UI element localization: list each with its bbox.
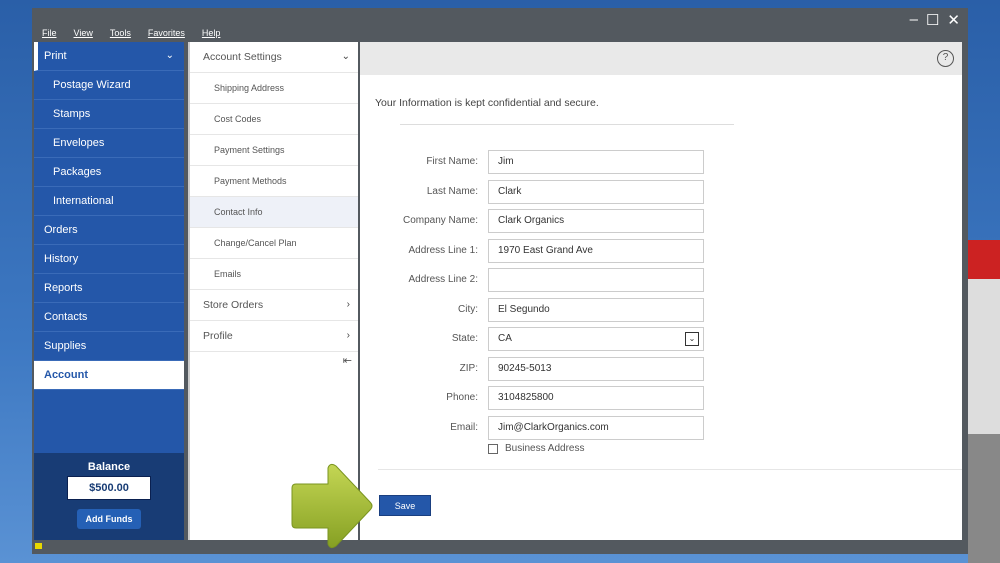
city-field[interactable]: El Segundo xyxy=(488,297,704,322)
sidebar-item-print[interactable]: Print ⌄ xyxy=(34,42,184,71)
email-field[interactable]: Jim@ClarkOrganics.com xyxy=(488,415,704,440)
subnav-store-orders[interactable]: Store Orders › xyxy=(190,290,358,321)
divider xyxy=(400,124,734,125)
email-row: Email: Jim@ClarkOrganics.com xyxy=(360,415,760,440)
lock-icon xyxy=(35,543,42,549)
field-label: ZIP: xyxy=(459,362,478,374)
close-button[interactable]: ✕ xyxy=(947,11,960,29)
state-row: State: CA ⌄ xyxy=(360,327,760,351)
green-arrow-pointer-icon xyxy=(291,463,373,549)
chevron-right-icon: › xyxy=(346,299,350,310)
sidebar-item-stamps[interactable]: Stamps xyxy=(34,100,184,129)
subnav-contact-info[interactable]: Contact Info xyxy=(190,197,358,228)
phone-row: Phone: 3104825800 xyxy=(360,386,760,410)
state-select[interactable]: CA ⌄ xyxy=(488,327,704,351)
subnav-cost-codes[interactable]: Cost Codes xyxy=(190,104,358,135)
label: Profile xyxy=(203,330,233,342)
subnav-payment-settings[interactable]: Payment Settings xyxy=(190,135,358,166)
balance-amount: $500.00 xyxy=(67,476,151,500)
maximize-button[interactable]: ☐ xyxy=(926,11,939,29)
subnav-payment-methods[interactable]: Payment Methods xyxy=(190,166,358,197)
sidebar: Print ⌄ Postage Wizard Stamps Envelopes P… xyxy=(34,42,184,540)
sidebar-item-packages[interactable]: Packages xyxy=(34,158,184,187)
menu-file[interactable]: File xyxy=(42,28,57,38)
last-name-field[interactable]: Clark xyxy=(488,179,704,204)
city-row: City: El Segundo xyxy=(360,297,760,322)
balance-panel: Balance $500.00 Add Funds xyxy=(34,453,184,540)
sidebar-item-envelopes[interactable]: Envelopes xyxy=(34,129,184,158)
balance-label: Balance xyxy=(87,461,131,473)
field-label: State: xyxy=(451,333,478,344)
content-header: ? xyxy=(360,42,962,75)
address-line-2-field[interactable] xyxy=(488,268,704,292)
subnav-shipping-address[interactable]: Shipping Address xyxy=(190,73,358,104)
collapse-panel-icon[interactable]: ⇤ xyxy=(343,354,352,367)
label: Account Settings xyxy=(203,51,282,63)
subnav-profile[interactable]: Profile › xyxy=(190,321,358,352)
chevron-down-icon[interactable]: ⌄ xyxy=(685,332,699,346)
field-label: Address Line 1: xyxy=(408,244,479,256)
background-decoration xyxy=(968,240,1000,563)
sidebar-item-supplies[interactable]: Supplies xyxy=(34,332,184,361)
menu-tools[interactable]: Tools xyxy=(110,28,131,38)
divider xyxy=(378,469,962,470)
minimize-button[interactable]: – xyxy=(910,11,918,29)
field-label: Last Name: xyxy=(426,185,478,197)
sidebar-item-history[interactable]: History xyxy=(34,245,184,274)
address-line-1-field[interactable]: 1970 East Grand Ave xyxy=(488,238,704,263)
first-name-row: First Name: Jim xyxy=(360,150,760,174)
company-name-field[interactable]: Clark Organics xyxy=(488,209,704,233)
menu-favorites[interactable]: Favorites xyxy=(148,28,185,38)
zip-row: ZIP: 90245-5013 xyxy=(360,356,760,381)
first-name-field[interactable]: Jim xyxy=(488,150,704,174)
company-row: Company Name: Clark Organics xyxy=(360,209,760,233)
field-label: Company Name: xyxy=(402,215,478,226)
menu-help[interactable]: Help xyxy=(202,28,221,38)
zip-field[interactable]: 90245-5013 xyxy=(488,356,704,381)
subnav-change-cancel-plan[interactable]: Change/Cancel Plan xyxy=(190,228,358,259)
label: Store Orders xyxy=(203,299,264,311)
business-address-checkbox[interactable]: Business Address xyxy=(488,443,585,454)
address2-row: Address Line 2: xyxy=(360,268,760,292)
subnav-account-settings[interactable]: Account Settings ⌄ xyxy=(190,42,358,73)
app-window: – ☐ ✕ File View Tools Favorites Help Pri… xyxy=(32,8,968,554)
field-label: City: xyxy=(458,303,478,315)
label: Print xyxy=(44,50,67,62)
sidebar-item-international[interactable]: International xyxy=(34,187,184,216)
menu-bar: File View Tools Favorites Help xyxy=(42,28,220,38)
checkbox-icon[interactable] xyxy=(488,443,498,454)
state-value: CA xyxy=(498,333,512,344)
contact-info-form: ? Your Information is kept confidential … xyxy=(360,42,962,540)
field-label: First Name: xyxy=(426,156,478,167)
help-icon[interactable]: ? xyxy=(937,50,954,67)
field-label: Phone: xyxy=(446,392,478,403)
chevron-down-icon: ⌄ xyxy=(165,50,174,61)
checkbox-label: Business Address xyxy=(505,443,585,454)
sidebar-item-contacts[interactable]: Contacts xyxy=(34,303,184,332)
address1-row: Address Line 1: 1970 East Grand Ave xyxy=(360,238,760,263)
sidebar-item-orders[interactable]: Orders xyxy=(34,216,184,245)
sidebar-item-postage-wizard[interactable]: Postage Wizard xyxy=(34,71,184,100)
phone-field[interactable]: 3104825800 xyxy=(488,386,704,410)
save-button[interactable]: Save xyxy=(379,495,431,516)
status-bar xyxy=(32,540,968,554)
sidebar-item-account[interactable]: Account xyxy=(34,361,184,390)
sidebar-item-reports[interactable]: Reports xyxy=(34,274,184,303)
subnav-emails[interactable]: Emails xyxy=(190,259,358,290)
field-label: Address Line 2: xyxy=(408,274,479,285)
chevron-down-icon: ⌄ xyxy=(341,51,350,62)
confidential-note: Your Information is kept confidential an… xyxy=(375,97,599,109)
menu-view[interactable]: View xyxy=(74,28,93,38)
last-name-row: Last Name: Clark xyxy=(360,179,760,204)
add-funds-button[interactable]: Add Funds xyxy=(77,509,141,529)
field-label: Email: xyxy=(450,421,478,433)
chevron-right-icon: › xyxy=(346,330,350,341)
